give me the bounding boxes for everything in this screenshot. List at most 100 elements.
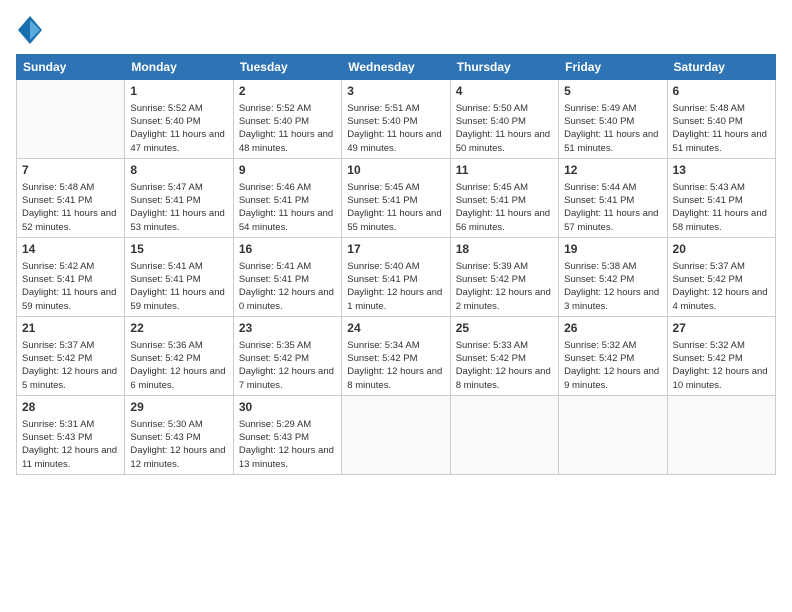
- calendar-cell: 28Sunrise: 5:31 AMSunset: 5:43 PMDayligh…: [17, 395, 125, 474]
- calendar-cell: 12Sunrise: 5:44 AMSunset: 5:41 PMDayligh…: [559, 158, 667, 237]
- sunset-text: Sunset: 5:42 PM: [564, 353, 634, 364]
- logo-icon: [18, 16, 42, 44]
- day-header-monday: Monday: [125, 55, 233, 80]
- calendar-cell: [17, 80, 125, 159]
- sunrise-text: Sunrise: 5:52 AM: [239, 103, 311, 114]
- sunset-text: Sunset: 5:42 PM: [564, 274, 634, 285]
- sunrise-text: Sunrise: 5:45 AM: [456, 182, 528, 193]
- week-row-1: 7 Sunrise: 5:48 AM Sunset: 5:41 PM Daylight…: [17, 158, 776, 237]
- sunrise-text: Sunrise: 5:45 AM: [347, 182, 419, 193]
- sunset-text: Sunset: 5:42 PM: [456, 274, 526, 285]
- daylight-text: Daylight: 12 hours and 8 minutes.: [456, 366, 551, 390]
- calendar-cell: 13Sunrise: 5:43 AMSunset: 5:41 PMDayligh…: [667, 158, 775, 237]
- daylight-text: Daylight: 12 hours and 3 minutes.: [564, 287, 659, 311]
- day-number: 8: [130, 162, 227, 179]
- sunrise-text: Sunrise: 5:36 AM: [130, 340, 202, 351]
- day-number: 3: [347, 83, 444, 100]
- calendar-cell: 20Sunrise: 5:37 AMSunset: 5:42 PMDayligh…: [667, 237, 775, 316]
- daylight-text: Daylight: 11 hours and 59 minutes.: [22, 287, 116, 311]
- daylight-text: Daylight: 11 hours and 51 minutes.: [564, 129, 658, 153]
- sunrise-text: Sunrise: 5:43 AM: [673, 182, 745, 193]
- day-number: 4: [456, 83, 553, 100]
- day-number: 22: [130, 320, 227, 337]
- daylight-text: Daylight: 12 hours and 5 minutes.: [22, 366, 117, 390]
- sunset-text: Sunset: 5:43 PM: [22, 432, 92, 443]
- calendar-cell: 1Sunrise: 5:52 AMSunset: 5:40 PMDaylight…: [125, 80, 233, 159]
- calendar-cell: [450, 395, 558, 474]
- sunrise-text: Sunrise: 5:48 AM: [22, 182, 94, 193]
- sunset-text: Sunset: 5:40 PM: [347, 116, 417, 127]
- daylight-text: Daylight: 12 hours and 12 minutes.: [130, 445, 225, 469]
- daylight-text: Daylight: 12 hours and 1 minute.: [347, 287, 442, 311]
- daylight-text: Daylight: 12 hours and 4 minutes.: [673, 287, 768, 311]
- day-number: 25: [456, 320, 553, 337]
- daylight-text: Daylight: 11 hours and 59 minutes.: [130, 287, 224, 311]
- day-header-thursday: Thursday: [450, 55, 558, 80]
- daylight-text: Daylight: 11 hours and 48 minutes.: [239, 129, 333, 153]
- daylight-text: Daylight: 12 hours and 2 minutes.: [456, 287, 551, 311]
- calendar-cell: 15Sunrise: 5:41 AMSunset: 5:41 PMDayligh…: [125, 237, 233, 316]
- sunrise-text: Sunrise: 5:38 AM: [564, 261, 636, 272]
- calendar-cell: 9Sunrise: 5:46 AMSunset: 5:41 PMDaylight…: [233, 158, 341, 237]
- sunrise-text: Sunrise: 5:30 AM: [130, 419, 202, 430]
- day-number: 23: [239, 320, 336, 337]
- header: [16, 16, 776, 44]
- calendar-cell: 10Sunrise: 5:45 AMSunset: 5:41 PMDayligh…: [342, 158, 450, 237]
- sunrise-text: Sunrise: 5:37 AM: [22, 340, 94, 351]
- day-number: 27: [673, 320, 770, 337]
- calendar-cell: 2Sunrise: 5:52 AMSunset: 5:40 PMDaylight…: [233, 80, 341, 159]
- sunset-text: Sunset: 5:42 PM: [456, 353, 526, 364]
- sunset-text: Sunset: 5:41 PM: [239, 274, 309, 285]
- calendar-cell: 5Sunrise: 5:49 AMSunset: 5:40 PMDaylight…: [559, 80, 667, 159]
- daylight-text: Daylight: 11 hours and 52 minutes.: [22, 208, 116, 232]
- calendar-cell: [559, 395, 667, 474]
- sunrise-text: Sunrise: 5:33 AM: [456, 340, 528, 351]
- daylight-text: Daylight: 11 hours and 51 minutes.: [673, 129, 767, 153]
- calendar-cell: 18Sunrise: 5:39 AMSunset: 5:42 PMDayligh…: [450, 237, 558, 316]
- day-number: 17: [347, 241, 444, 258]
- sunrise-text: Sunrise: 5:34 AM: [347, 340, 419, 351]
- calendar-cell: 6Sunrise: 5:48 AMSunset: 5:40 PMDaylight…: [667, 80, 775, 159]
- main-container: SundayMondayTuesdayWednesdayThursdayFrid…: [0, 0, 792, 612]
- sunrise-text: Sunrise: 5:41 AM: [239, 261, 311, 272]
- week-row-3: 21Sunrise: 5:37 AMSunset: 5:42 PMDayligh…: [17, 316, 776, 395]
- sunrise-text: Sunrise: 5:32 AM: [564, 340, 636, 351]
- calendar-cell: 22Sunrise: 5:36 AMSunset: 5:42 PMDayligh…: [125, 316, 233, 395]
- daylight-text: Daylight: 12 hours and 11 minutes.: [22, 445, 117, 469]
- calendar-cell: 27Sunrise: 5:32 AMSunset: 5:42 PMDayligh…: [667, 316, 775, 395]
- sunset-text: Sunset: 5:42 PM: [673, 274, 743, 285]
- sunset-text: Sunset: 5:42 PM: [347, 353, 417, 364]
- day-number: 10: [347, 162, 444, 179]
- sunset-text: Sunset: 5:41 PM: [22, 195, 92, 206]
- calendar-cell: 23Sunrise: 5:35 AMSunset: 5:42 PMDayligh…: [233, 316, 341, 395]
- day-number: 30: [239, 399, 336, 416]
- sunset-text: Sunset: 5:41 PM: [239, 195, 309, 206]
- day-number: 7: [22, 162, 119, 179]
- daylight-text: Daylight: 12 hours and 8 minutes.: [347, 366, 442, 390]
- calendar-cell: 3Sunrise: 5:51 AMSunset: 5:40 PMDaylight…: [342, 80, 450, 159]
- daylight-text: Daylight: 12 hours and 6 minutes.: [130, 366, 225, 390]
- sunset-text: Sunset: 5:43 PM: [239, 432, 309, 443]
- calendar-table: SundayMondayTuesdayWednesdayThursdayFrid…: [16, 54, 776, 475]
- sunrise-text: Sunrise: 5:52 AM: [130, 103, 202, 114]
- day-number: 14: [22, 241, 119, 258]
- day-number: 16: [239, 241, 336, 258]
- daylight-text: Daylight: 11 hours and 57 minutes.: [564, 208, 658, 232]
- calendar-cell: 14Sunrise: 5:42 AMSunset: 5:41 PMDayligh…: [17, 237, 125, 316]
- day-number: 5: [564, 83, 661, 100]
- day-header-sunday: Sunday: [17, 55, 125, 80]
- day-header-wednesday: Wednesday: [342, 55, 450, 80]
- calendar-cell: 26Sunrise: 5:32 AMSunset: 5:42 PMDayligh…: [559, 316, 667, 395]
- sunrise-text: Sunrise: 5:32 AM: [673, 340, 745, 351]
- sunrise-text: Sunrise: 5:31 AM: [22, 419, 94, 430]
- calendar-cell: 7 Sunrise: 5:48 AM Sunset: 5:41 PM Daylight…: [17, 158, 125, 237]
- calendar-cell: 29Sunrise: 5:30 AMSunset: 5:43 PMDayligh…: [125, 395, 233, 474]
- logo: [16, 16, 46, 44]
- sunset-text: Sunset: 5:42 PM: [239, 353, 309, 364]
- day-number: 24: [347, 320, 444, 337]
- sunrise-text: Sunrise: 5:50 AM: [456, 103, 528, 114]
- calendar-cell: 21Sunrise: 5:37 AMSunset: 5:42 PMDayligh…: [17, 316, 125, 395]
- day-number: 19: [564, 241, 661, 258]
- daylight-text: Daylight: 11 hours and 58 minutes.: [673, 208, 767, 232]
- day-number: 1: [130, 83, 227, 100]
